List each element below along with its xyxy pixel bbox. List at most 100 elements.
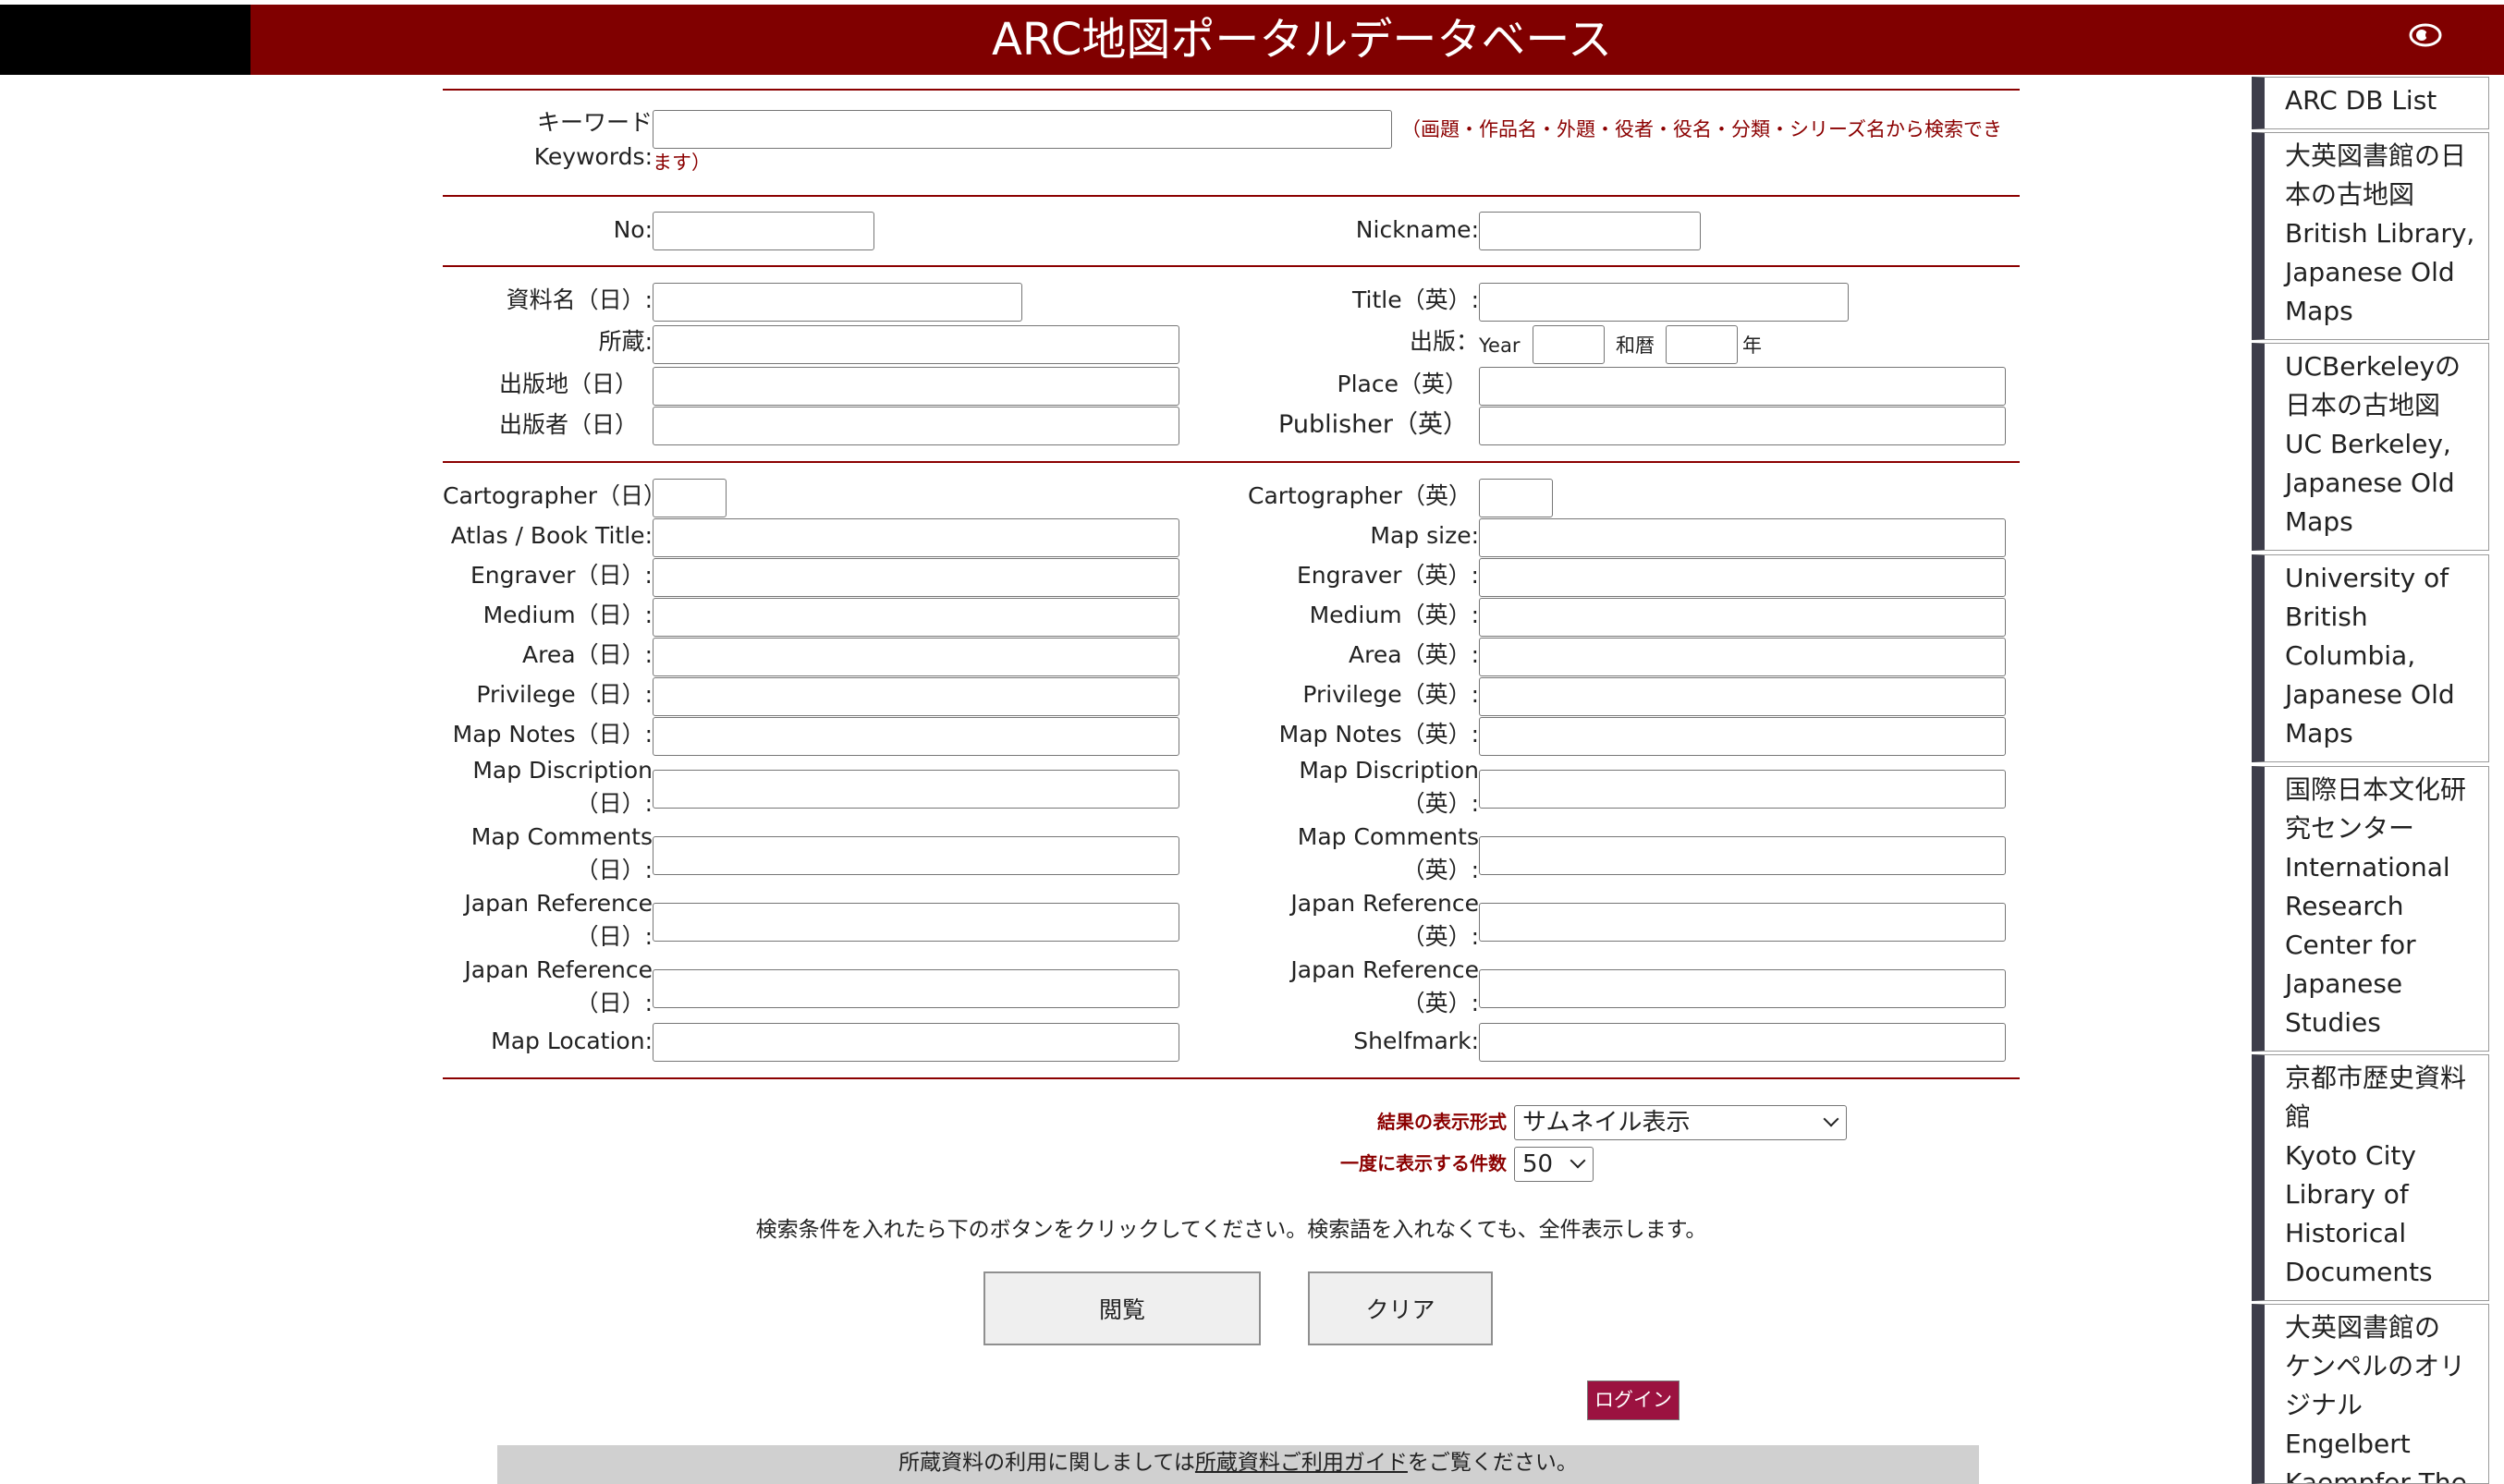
map-notes-en-label: Map Notes（英）: [1278,721,1479,748]
cartographer-en-input[interactable] [1479,479,1553,517]
shelfmark-label: Shelfmark: [1353,1028,1479,1054]
map-comments-ja-input[interactable] [653,836,1179,875]
footer-note: 所蔵資料の利用に関しましては所蔵資料ご利用ガイドをご覧ください。 [497,1445,1979,1484]
map-notes-ja-label: Map Notes（日）: [452,721,653,748]
area-en-label: Area（英）: [1349,641,1479,668]
holding-input[interactable] [653,325,1179,364]
instruction-text: 検索条件を入れたら下のボタンをクリックしてください。検索語を入れなくても、全件表… [755,1218,1707,1242]
publisher-ja-label: 出版者（日） [498,411,638,438]
shelfmark-input[interactable] [1479,1023,2006,1062]
no-input[interactable] [653,212,874,250]
year-label: Year [1479,335,1521,357]
sidebar-item-kaempfer[interactable]: 大英図書館の ケンペルのオリ ジナル Engelbert Kaempfer The [2252,1304,2489,1484]
map-comments-ja-label: Map Comments （日）: [470,823,653,883]
place-en-input[interactable] [1479,367,2006,406]
privilege-en-input[interactable] [1479,677,2006,716]
sidebar-item-arc-db-list[interactable]: ARC DB List [2252,77,2489,129]
divider [443,89,2020,91]
keyword-note: （画題・作品名・外題・役者・役名・分類・シリーズ名から検索でき [1401,118,2002,140]
divider [443,195,2020,197]
display-count-label: 一度に表示する件数 [1340,1152,1507,1174]
divider [443,461,2020,463]
sidebar-item-british-library[interactable]: 大英図書館の日 本の古地図 British Library, Japanese Old… [2252,132,2489,340]
chevron-down-icon [1823,1111,1839,1127]
cartographer-ja-input[interactable] [653,479,727,517]
japan-reference-ja-label: Japan Reference （日）: [464,890,653,950]
nickname-input[interactable] [1479,212,1701,250]
display-format-select[interactable]: サムネイル表示 [1514,1105,1847,1140]
privilege-ja-label: Privilege（日）: [476,681,653,708]
map-description-en-label: Map Discription （英）: [1299,757,1479,817]
japan-reference-en-label: Japan Reference （英）: [1290,890,1479,950]
japan-reference-ja-label-2: Japan Reference （日）: [464,956,653,1016]
japan-reference-ja-input-2[interactable] [653,969,1179,1008]
login-button[interactable]: ログイン [1587,1381,1680,1420]
medium-ja-input[interactable] [653,598,1179,637]
publisher-ja-input[interactable] [653,407,1179,445]
divider [443,1077,2020,1079]
publisher-en-label: Publisher（英） [1278,410,1468,439]
japan-reference-en-label-2: Japan Reference （英）: [1290,956,1479,1016]
privilege-en-label: Privilege（英）: [1302,681,1479,708]
engraver-ja-label: Engraver（日）: [470,562,653,589]
title-en-input[interactable] [1479,283,1849,322]
engraver-ja-input[interactable] [653,558,1179,597]
wareki-input[interactable] [1666,325,1738,364]
title-ja-input[interactable] [653,283,1022,322]
sidebar-item-kyoto-city[interactable]: 京都市歴史資料館 Kyoto City Library of Historical Do… [2252,1054,2489,1301]
divider [443,265,2020,267]
display-count-select[interactable]: 50 [1514,1147,1594,1182]
browse-button[interactable]: 閲覧 [983,1271,1261,1345]
display-format-label: 結果の表示形式 [1377,1111,1507,1133]
map-notes-ja-input[interactable] [653,717,1179,756]
map-location-input[interactable] [653,1023,1179,1062]
keyword-label-en: Keywords: [533,143,653,170]
medium-en-input[interactable] [1479,598,2006,637]
engraver-en-input[interactable] [1479,558,2006,597]
atlas-title-input[interactable] [653,518,1179,557]
area-ja-input[interactable] [653,638,1179,676]
place-ja-label: 出版地（日） [498,371,638,397]
cartographer-ja-label: Cartographer（日） [443,482,666,509]
holding-label: 所蔵: [598,328,653,355]
chevron-down-icon [1570,1152,1586,1169]
place-en-label: Place（英） [1337,371,1468,397]
medium-en-label: Medium（英）: [1309,602,1479,628]
japan-reference-en-input[interactable] [1479,903,2006,942]
engraver-en-label: Engraver（英）: [1297,562,1479,589]
map-size-input[interactable] [1479,518,2006,557]
year-input[interactable] [1533,325,1605,364]
keyword-note-cont: ます） [653,152,711,174]
sidebar-item-uc-berkeley[interactable]: UCBerkeleyの 日本の古地図 UC Berkeley, Japanese Ol… [2252,343,2489,551]
publisher-en-input[interactable] [1479,407,2006,445]
keyword-label-ja: キーワード [536,109,653,136]
sidebar-item-ubc[interactable]: University of British Columbia, Japanese Ol… [2252,554,2489,762]
no-label: No: [613,216,653,243]
map-size-label: Map size: [1370,522,1479,549]
map-description-en-input[interactable] [1479,770,2006,809]
wareki-label: 和暦 [1616,335,1655,357]
map-comments-en-label: Map Comments （英）: [1297,823,1479,883]
sidebar-item-nichibunken[interactable]: 国際日本文化研 究センター International Research Center … [2252,766,2489,1052]
title-ja-label: 資料名（日）: [506,286,653,313]
usage-guide-link[interactable]: 所蔵資料ご利用ガイド [1195,1451,1408,1475]
arc-logo-icon[interactable] [2409,23,2442,47]
map-comments-en-input[interactable] [1479,836,2006,875]
medium-ja-label: Medium（日）: [482,602,653,628]
japan-reference-ja-input[interactable] [653,903,1179,942]
map-notes-en-input[interactable] [1479,717,2006,756]
japan-reference-en-input-2[interactable] [1479,969,2006,1008]
map-description-ja-input[interactable] [653,770,1179,809]
area-ja-label: Area（日）: [522,641,653,668]
area-en-input[interactable] [1479,638,2006,676]
privilege-ja-input[interactable] [653,677,1179,716]
title-en-label: Title（英）: [1352,286,1479,313]
page-title: ARC地図ポータルデータベース [992,14,1612,66]
map-description-ja-label: Map Discription （日）: [472,757,653,817]
place-ja-input[interactable] [653,367,1179,406]
publish-label: 出版： [1409,328,1479,355]
cartographer-en-label: Cartographer（英） [1248,482,1472,509]
nickname-label: Nickname: [1355,216,1479,243]
keyword-input[interactable] [653,110,1392,149]
clear-button[interactable]: クリア [1308,1271,1493,1345]
